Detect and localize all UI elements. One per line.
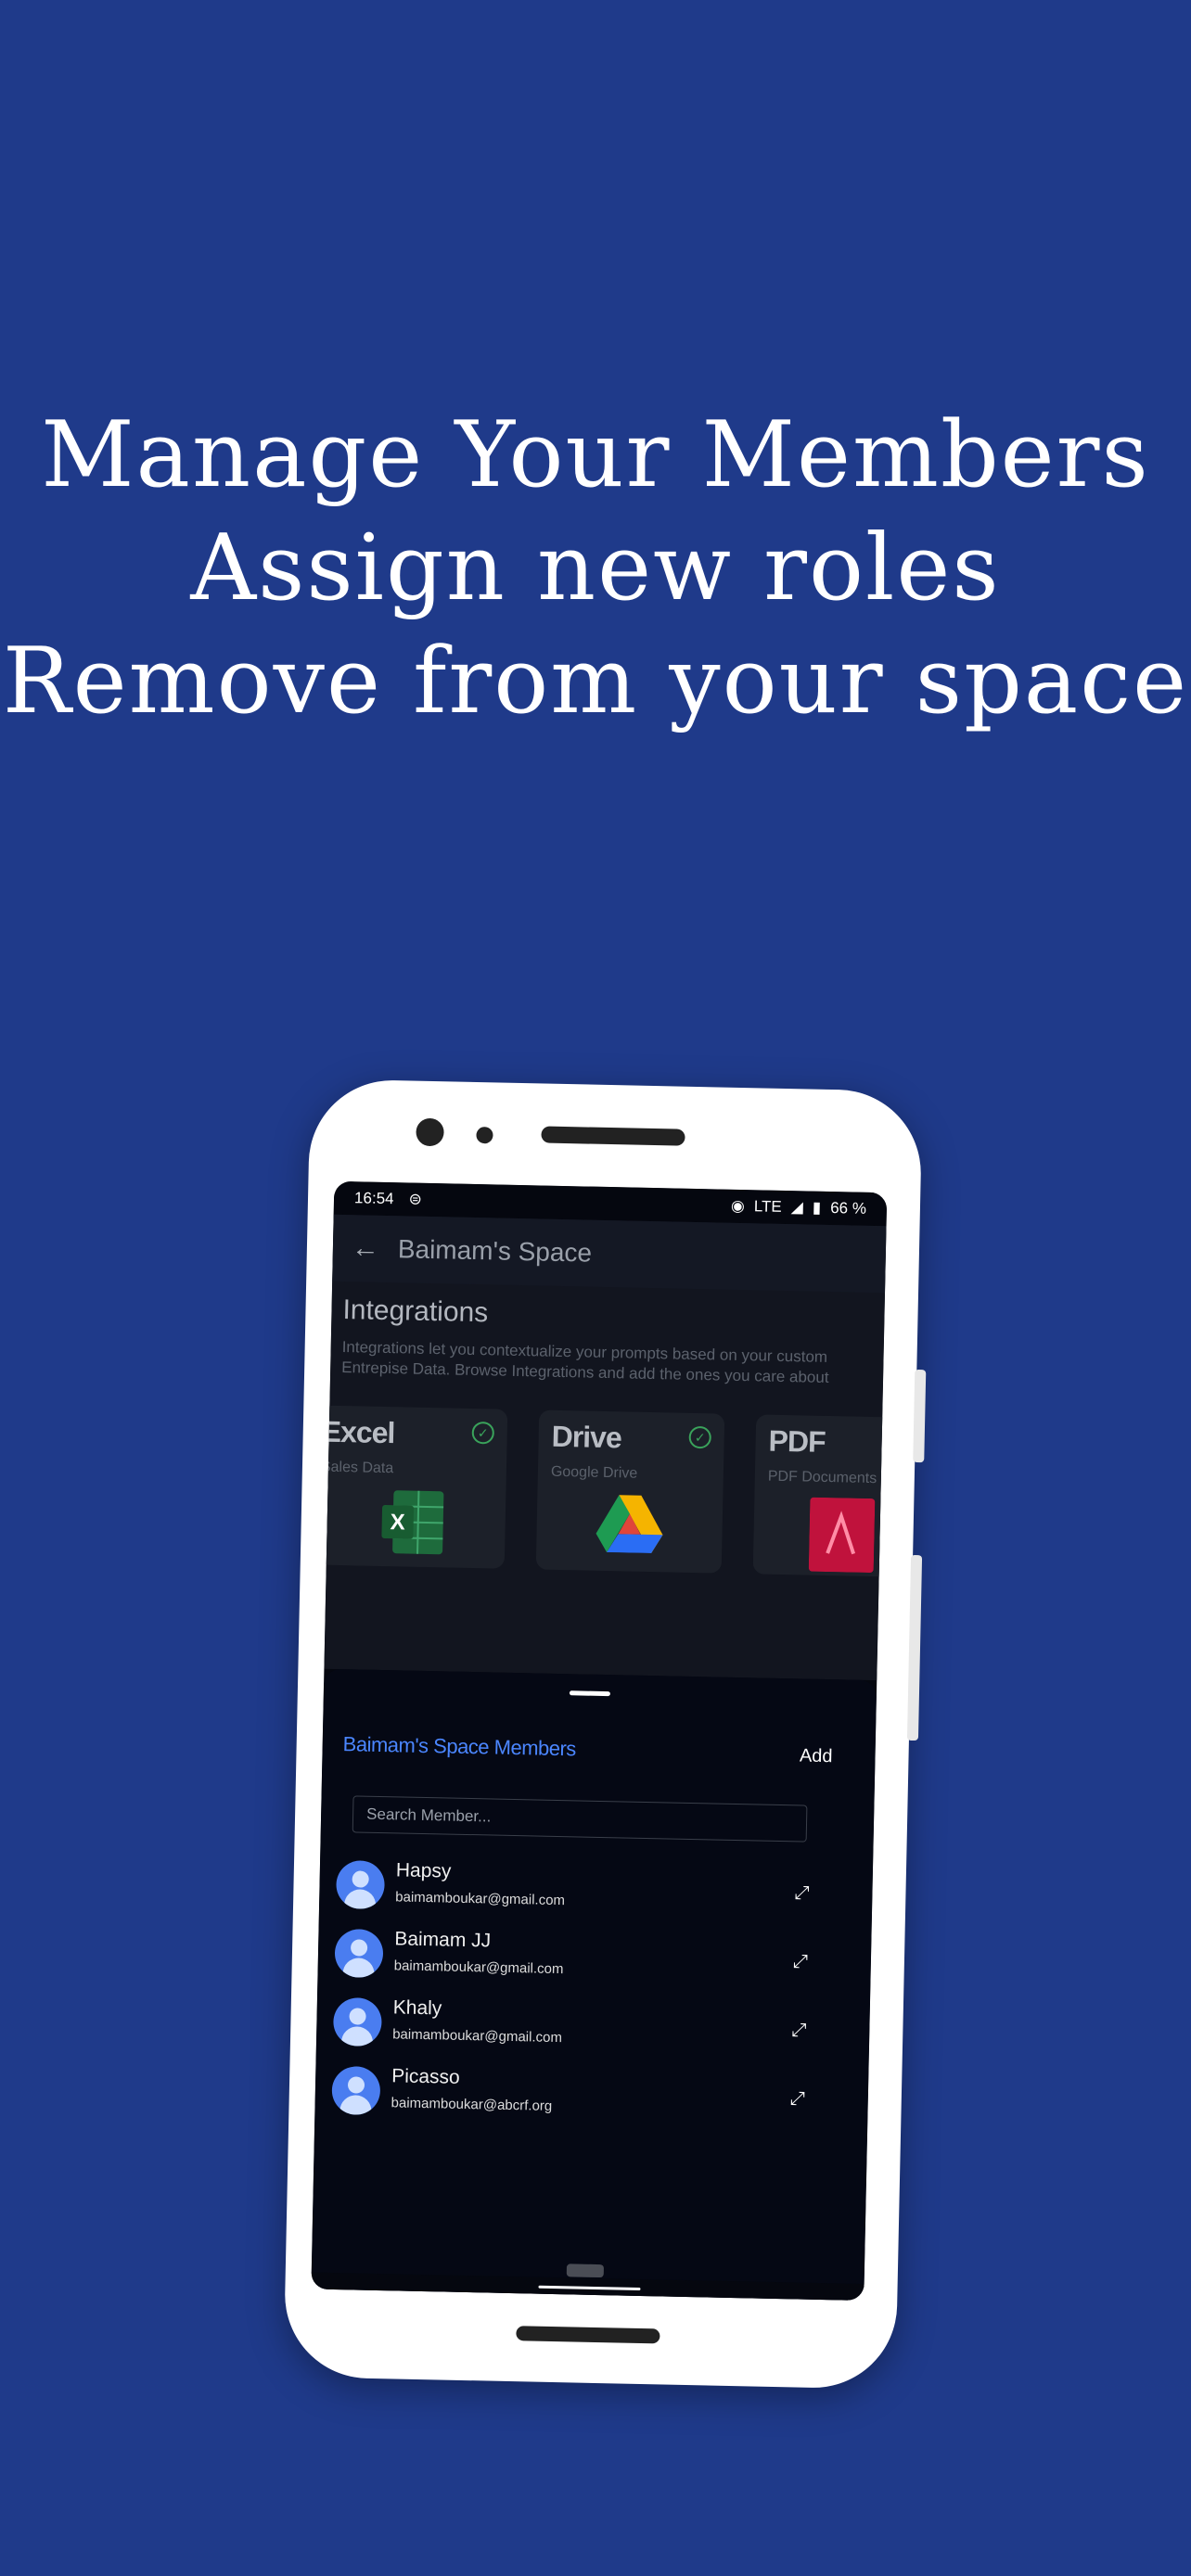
phone-side-button [913, 1369, 927, 1463]
integrations-title: Integrations [342, 1294, 489, 1329]
card-name: Drive [551, 1419, 622, 1455]
member-email: baimamboukar@gmail.com [391, 2026, 563, 2047]
home-gesture-bar[interactable] [538, 2285, 641, 2290]
integration-card-pdf[interactable]: PDF PDF Documents [752, 1414, 888, 1578]
status-network: LTE [753, 1197, 782, 1216]
svg-text:X: X [390, 1510, 405, 1535]
nav-pill [566, 2264, 605, 2278]
signal-icon: ◢ [790, 1198, 804, 1217]
notification-icon: ⊜ [408, 1190, 423, 1208]
avatar [332, 1996, 382, 2047]
check-circle-icon: ✓ [688, 1425, 711, 1449]
phone-screen: 16:54 ⊜ ◉ LTE ◢ ▮ 66 % ← Baimam's Space … [311, 1180, 888, 2302]
headline-line-3: Remove from your space [2, 629, 1189, 734]
bottom-speaker [516, 2326, 660, 2344]
pdf-icon [808, 1497, 876, 1573]
phone-frame: 16:54 ⊜ ◉ LTE ◢ ▮ 66 % ← Baimam's Space … [283, 1078, 927, 2390]
avatar [335, 1860, 386, 1910]
sensor [476, 1127, 493, 1144]
earpiece-speaker [541, 1126, 685, 1146]
page-title: Baimam's Space [397, 1234, 593, 1268]
search-member-input[interactable] [352, 1795, 808, 1843]
status-battery: 66 % [829, 1199, 867, 1218]
members-bottom-sheet: Baimam's Space Members Add Hapsy baimamb… [311, 1668, 877, 2302]
avatar [331, 2065, 381, 2116]
members-title: Baimam's Space Members [342, 1732, 577, 1761]
excel-icon: X [381, 1490, 444, 1555]
member-name: Picasso [391, 2065, 460, 2088]
headline-line-2: Assign new roles [190, 516, 1001, 621]
status-time: 16:54 [353, 1189, 394, 1208]
add-member-button[interactable]: Add [800, 1745, 833, 1767]
expand-icon[interactable]: ⤢ [793, 1951, 808, 1972]
arrow-left-icon[interactable]: ← [352, 1232, 399, 1265]
card-subtitle: Sales Data [320, 1459, 394, 1477]
integration-card-drive[interactable]: Drive Google Drive ✓ [535, 1409, 725, 1574]
member-item-picasso[interactable]: Picasso baimamboukar@abcrf.org ⤢ [331, 2060, 833, 2139]
member-item-baimam-jj[interactable]: Baimam JJ baimamboukar@gmail.com ⤢ [334, 1923, 836, 2002]
member-email: baimamboukar@abcrf.org [391, 2095, 553, 2114]
integrations-section: Integrations Integrations let you contex… [330, 1282, 885, 1389]
card-subtitle: PDF Documents [767, 1468, 877, 1487]
app-bar: ← Baimam's Space [332, 1214, 887, 1294]
member-name: Khaly [392, 1996, 442, 2020]
phone-mockup: 16:54 ⊜ ◉ LTE ◢ ▮ 66 % ← Baimam's Space … [283, 1078, 927, 2390]
battery-icon: ▮ [812, 1198, 822, 1217]
integrations-background: ← Baimam's Space Integrations Integratio… [318, 1214, 888, 1681]
card-name: Excel [321, 1414, 395, 1450]
integration-card-excel[interactable]: Excel Sales Data ✓ X [318, 1405, 508, 1569]
member-email: baimamboukar@gmail.com [393, 1958, 564, 1978]
promo-headline: Manage Your Members Assign new roles Rem… [0, 399, 1191, 738]
hotspot-icon: ◉ [730, 1196, 746, 1216]
integrations-description: Integrations let you contextualize your … [341, 1338, 829, 1387]
expand-icon[interactable]: ⤢ [794, 1882, 809, 1904]
member-email: baimamboukar@gmail.com [395, 1889, 566, 1909]
member-name: Baimam JJ [394, 1928, 492, 1952]
front-camera [416, 1117, 444, 1147]
member-name: Hapsy [395, 1859, 452, 1882]
card-name: PDF [768, 1423, 826, 1459]
headline-line-1: Manage Your Members [41, 402, 1150, 508]
drag-handle[interactable] [569, 1690, 610, 1697]
expand-icon[interactable]: ⤢ [790, 2088, 805, 2110]
expand-icon[interactable]: ⤢ [791, 2020, 806, 2041]
member-item-khaly[interactable]: Khaly baimamboukar@gmail.com ⤢ [332, 1992, 835, 2071]
members-list: Hapsy baimamboukar@gmail.com ⤢ Baimam JJ… [331, 1855, 838, 2139]
check-circle-icon: ✓ [471, 1421, 495, 1445]
google-drive-icon [596, 1495, 663, 1554]
member-item-hapsy[interactable]: Hapsy baimamboukar@gmail.com ⤢ [335, 1855, 838, 1933]
phone-volume-button [906, 1554, 923, 1741]
avatar [334, 1929, 384, 1979]
card-subtitle: Google Drive [550, 1463, 638, 1482]
integration-cards: Excel Sales Data ✓ X Drive Google Drive … [318, 1405, 888, 1593]
